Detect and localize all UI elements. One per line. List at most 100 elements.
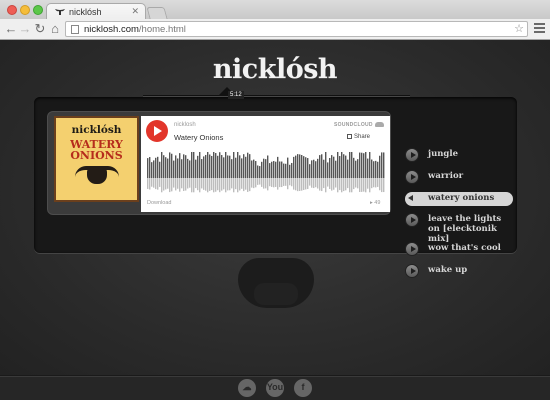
waveform-reflection-bar <box>271 178 273 187</box>
waveform-reflection-bar <box>329 178 331 190</box>
waveform-bar <box>327 162 329 178</box>
waveform-reflection-bar <box>303 178 305 191</box>
waveform-bar <box>187 158 189 178</box>
bookmark-star-icon[interactable]: ☆ <box>514 22 524 35</box>
back-arrow-icon[interactable]: ← <box>4 21 18 37</box>
player-artist[interactable]: nicklosh <box>174 122 196 128</box>
waveform-reflection-bar <box>359 178 361 192</box>
play-icon[interactable] <box>405 148 419 162</box>
playlist-item-label: warrior <box>428 171 464 181</box>
waveform-reflection-bar <box>383 178 385 193</box>
waveform-bar <box>301 155 303 178</box>
waveform-reflection-bar <box>263 178 265 189</box>
waveform-reflection-bar <box>179 178 181 192</box>
facebook-icon[interactable]: f <box>294 379 312 397</box>
waveform-reflection-bar <box>327 178 329 187</box>
waveform-reflection-bar <box>353 178 355 190</box>
waveform-reflection-bar <box>251 178 253 188</box>
waveform-bar <box>235 157 237 178</box>
play-icon[interactable] <box>405 242 419 256</box>
waveform-bar <box>373 161 375 178</box>
playlist-item[interactable]: watery onions <box>405 192 513 206</box>
waveform-bar <box>359 152 361 178</box>
playlist-item[interactable]: jungle <box>405 148 513 164</box>
play-icon[interactable] <box>405 264 419 278</box>
waveform-bar <box>349 152 351 178</box>
player-track-title[interactable]: Watery Onions <box>174 133 223 142</box>
soundcloud-logo-icon[interactable] <box>375 122 384 127</box>
waveform-reflection-bar <box>343 178 345 192</box>
waveform-reflection-bar <box>199 178 201 193</box>
waveform-reflection-bar <box>227 178 229 191</box>
new-tab-button[interactable] <box>146 7 168 19</box>
share-button[interactable]: Share <box>354 134 370 140</box>
waveform-reflection-bar <box>269 178 271 187</box>
waveform-reflection-bar <box>233 178 235 193</box>
waveform-bar <box>311 160 313 178</box>
waveform[interactable] <box>147 150 385 194</box>
waveform-reflection-bar <box>209 178 211 191</box>
waveform-bar <box>245 156 247 178</box>
url-host: nicklosh.com <box>84 24 139 35</box>
menu-icon[interactable] <box>534 23 545 35</box>
playlist-item-label: watery onions <box>428 193 495 203</box>
url-path: /home.html <box>138 24 186 35</box>
waveform-bar <box>345 155 347 178</box>
browser-tabstrip: nicklósh ✕ <box>0 0 550 20</box>
youtube-icon[interactable]: You <box>266 379 284 397</box>
browser-tab[interactable]: nicklósh ✕ <box>46 3 146 20</box>
waveform-bar <box>375 160 377 178</box>
waveform-reflection-bar <box>291 178 293 187</box>
waveform-bar <box>147 158 149 178</box>
maximize-window-button[interactable] <box>33 5 43 15</box>
waveform-reflection-bar <box>331 178 333 191</box>
download-link[interactable]: Download <box>147 200 171 206</box>
waveform-reflection-bar <box>187 178 189 189</box>
playlist-item[interactable]: warrior <box>405 170 513 186</box>
forward-arrow-icon[interactable]: → <box>18 21 32 37</box>
waveform-reflection-bar <box>351 178 353 193</box>
reload-icon[interactable]: ↻ <box>33 21 47 37</box>
playlist-item[interactable]: wow that's cool <box>405 242 513 258</box>
waveform-bar <box>219 152 221 178</box>
play-button[interactable] <box>146 120 168 142</box>
waveform-reflection-bar <box>267 178 269 191</box>
close-window-button[interactable] <box>7 5 17 15</box>
waveform-reflection-bar <box>281 178 283 188</box>
waveform-reflection-bar <box>167 178 169 189</box>
waveform-reflection-bar <box>299 178 301 191</box>
track-duration: 5:12 <box>228 91 244 99</box>
waveform-reflection-bar <box>163 178 165 191</box>
waveform-bar <box>191 152 193 178</box>
bull-snout-decoration <box>254 283 298 305</box>
waveform-reflection-bar <box>153 178 155 188</box>
waveform-reflection-bar <box>231 178 233 189</box>
waveform-bar <box>205 154 207 178</box>
share-icon[interactable] <box>347 134 352 139</box>
album-art[interactable]: nicklósh WATERY ONIONS <box>54 116 139 202</box>
playing-indicator-icon[interactable] <box>405 192 419 206</box>
address-bar[interactable]: nicklosh.com/home.html ☆ <box>65 21 528 37</box>
playlist-item[interactable]: leave the lights on [elecktonik mix] <box>405 213 513 244</box>
soundcloud-brand[interactable]: SOUNDCLOUD <box>334 122 373 128</box>
waveform-bar <box>211 155 213 178</box>
waveform-reflection-bar <box>371 178 373 189</box>
waveform-bar <box>195 159 197 178</box>
soundcloud-icon[interactable]: ☁ <box>238 379 256 397</box>
waveform-bar <box>249 154 251 178</box>
playlist-item[interactable]: wake up <box>405 264 513 280</box>
waveform-reflection-bar <box>319 178 321 191</box>
home-icon[interactable]: ⌂ <box>48 21 62 37</box>
waveform-reflection-bar <box>277 178 279 190</box>
waveform-bar <box>171 153 173 178</box>
waveform-reflection-bar <box>159 178 161 187</box>
play-icon[interactable] <box>405 170 419 184</box>
soundcloud-glyph: ☁ <box>242 382 252 392</box>
minimize-window-button[interactable] <box>20 5 30 15</box>
waveform-reflection-bar <box>211 178 213 191</box>
waveform-bar <box>255 161 257 178</box>
album-bull-icon <box>87 168 107 184</box>
tab-close-icon[interactable]: ✕ <box>131 6 139 17</box>
play-icon[interactable] <box>405 213 419 227</box>
waveform-reflection-bar <box>337 178 339 193</box>
